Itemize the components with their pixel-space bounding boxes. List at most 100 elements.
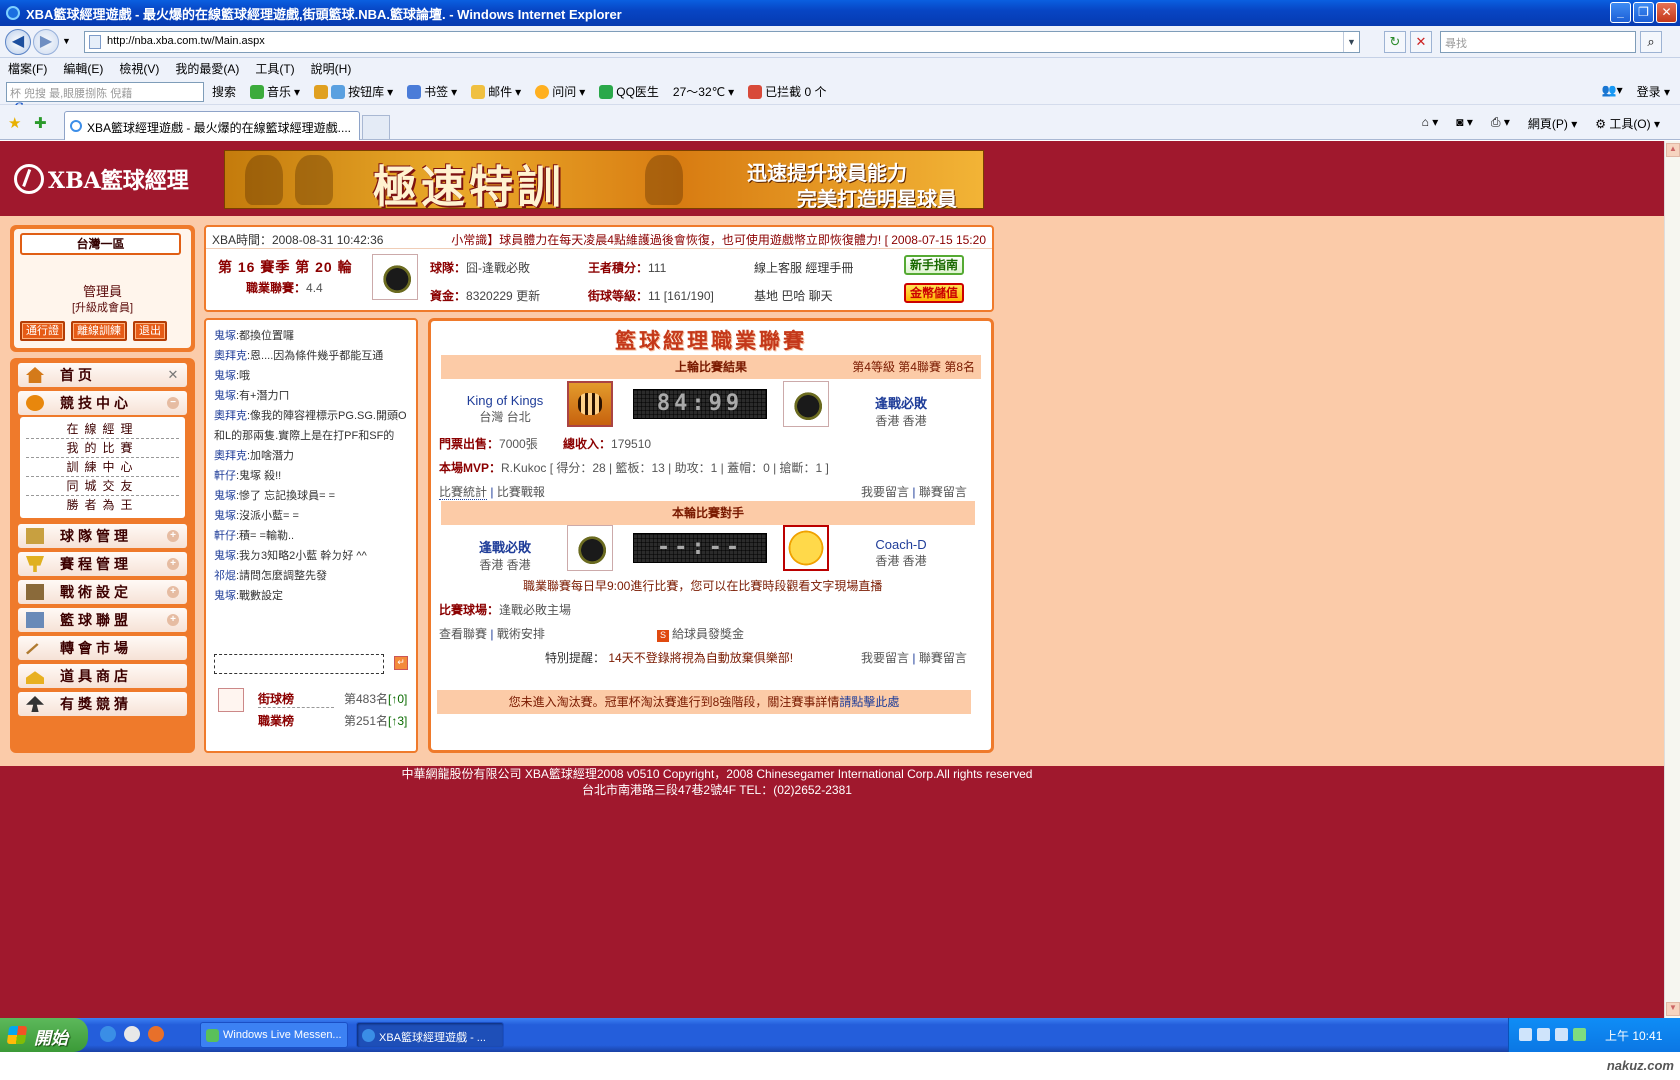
chat-user[interactable]: 奧拜克 xyxy=(214,410,247,422)
community-links[interactable]: 基地 巴哈 聊天 xyxy=(754,287,833,304)
close-button[interactable]: ✕ xyxy=(1656,2,1677,23)
chat-input[interactable] xyxy=(214,654,384,674)
menu-tools[interactable]: 工具(T) xyxy=(255,60,294,77)
task-messenger[interactable]: Windows Live Messen... xyxy=(200,1022,348,1048)
menu-view[interactable]: 檢視(V) xyxy=(119,60,159,77)
scroll-up-icon[interactable]: ▲ xyxy=(1666,143,1680,157)
help-tray-icon[interactable] xyxy=(1537,1028,1550,1041)
leave-message-link[interactable]: 我要留言 xyxy=(861,485,909,499)
expand-icon[interactable]: + xyxy=(167,614,179,626)
chat-user[interactable]: 奧拜克 xyxy=(214,450,247,462)
network-tray-icon[interactable] xyxy=(1555,1028,1568,1041)
expand-icon[interactable]: + xyxy=(167,586,179,598)
scroll-down-icon[interactable]: ▼ xyxy=(1666,1002,1680,1016)
maximize-button[interactable]: ❐ xyxy=(1633,2,1654,23)
pro-rank-label[interactable]: 職業榜 xyxy=(258,712,294,729)
home-team-avatar[interactable] xyxy=(567,381,613,427)
nav-competition[interactable]: 競技中心 − xyxy=(18,391,187,415)
search-input[interactable]: 尋找 xyxy=(1440,31,1636,53)
upgrade-link[interactable]: [升級成會員] xyxy=(14,299,191,315)
view-league-link[interactable]: 查看聯賽 xyxy=(439,627,487,641)
soso-search-button[interactable]: 搜索 xyxy=(212,83,236,100)
menu-file[interactable]: 檔案(F) xyxy=(8,60,47,77)
forward-button[interactable]: ▶ xyxy=(33,29,59,55)
tools-menu[interactable]: ⚙ 工具(O) ▾ xyxy=(1595,115,1660,132)
stop-button[interactable]: ✕ xyxy=(1410,31,1432,53)
soso-login[interactable]: 登录 ▾ xyxy=(1637,83,1670,100)
chat-user[interactable]: 祁焜 xyxy=(214,570,236,582)
expand-icon[interactable]: + xyxy=(167,530,179,542)
chat-user[interactable]: 鬼塚 xyxy=(214,370,236,382)
next-away-avatar[interactable] xyxy=(783,525,829,571)
leave-message-link[interactable]: 我要留言 xyxy=(861,651,909,665)
menu-help[interactable]: 說明(H) xyxy=(311,60,352,77)
sub-local-friends[interactable]: 同城交友 xyxy=(26,477,179,496)
soso-buttons[interactable]: 按钮库 ▾ xyxy=(314,83,393,100)
notice-link[interactable]: 請點擊此處 xyxy=(839,695,899,709)
nav-schedule[interactable]: 賽程管理 + xyxy=(18,552,187,576)
tab-xba[interactable]: XBA籃球經理遊戲 - 最火爆的在線籃球經理遊戲.... xyxy=(64,111,360,140)
league-message-link[interactable]: 聯賽留言 xyxy=(919,485,967,499)
chat-user[interactable]: 軒仔 xyxy=(214,530,236,542)
firefox-quicklaunch-icon[interactable] xyxy=(148,1026,164,1042)
users-icon[interactable]: 👥▾ xyxy=(1602,83,1623,100)
chat-user[interactable]: 鬼塚 xyxy=(214,550,236,562)
nav-league[interactable]: 籃球聯盟 + xyxy=(18,608,187,632)
media-quicklaunch-icon[interactable] xyxy=(124,1026,140,1042)
newbie-guide-button[interactable]: 新手指南 xyxy=(904,255,964,275)
minimize-button[interactable]: _ xyxy=(1610,2,1631,23)
start-button[interactable]: 開始 xyxy=(0,1018,88,1052)
ie-quicklaunch-icon[interactable] xyxy=(100,1026,116,1042)
chat-user[interactable]: 鬼塚 xyxy=(214,510,236,522)
promo-banner[interactable]: 極速特訓 迅速提升球員能力 完美打造明星球員 xyxy=(224,150,984,209)
nav-quiz[interactable]: 有獎競猜 xyxy=(18,692,187,716)
next-home-name[interactable]: 逢戰必敗 xyxy=(435,537,575,556)
print-icon[interactable]: ⎙ ▾ xyxy=(1491,115,1510,132)
nav-transfer[interactable]: 轉會市場 xyxy=(18,636,187,660)
address-input[interactable]: http://nba.xba.com.tw/Main.aspx ▼ xyxy=(84,31,1360,53)
chat-user[interactable]: 奧拜克 xyxy=(214,350,247,362)
service-links[interactable]: 線上客服 經理手冊 xyxy=(754,259,853,276)
nav-shop[interactable]: 道具商店 xyxy=(18,664,187,688)
refresh-funds-link[interactable]: 更新 xyxy=(516,289,540,303)
tactics-link[interactable]: 戰術安排 xyxy=(497,627,545,641)
league-message-link[interactable]: 聯賽留言 xyxy=(919,651,967,665)
back-button[interactable]: ◀ xyxy=(5,29,31,55)
away-team-name[interactable]: 逢戰必敗 xyxy=(831,393,971,412)
messenger-tray-icon[interactable] xyxy=(1573,1028,1586,1041)
history-dropdown-icon[interactable]: ▼ xyxy=(62,36,71,46)
task-ie-xba[interactable]: XBA籃球經理遊戲 - ... xyxy=(356,1022,504,1048)
soso-popup-blocker[interactable]: 已拦截 0 个 xyxy=(748,83,826,100)
keyboard-tray-icon[interactable] xyxy=(1519,1028,1532,1041)
refresh-button[interactable]: ↻ xyxy=(1384,31,1406,53)
feeds-icon[interactable]: ◙ ▾ xyxy=(1456,115,1473,132)
soso-bookmarks[interactable]: 书签 ▾ xyxy=(407,83,457,100)
home-icon[interactable]: ⌂ ▾ xyxy=(1422,115,1439,132)
bonus-link[interactable]: S 給球員發獎金 xyxy=(657,625,744,642)
menu-favorites[interactable]: 我的最愛(A) xyxy=(175,60,239,77)
offline-training-button[interactable]: 離線訓練 xyxy=(71,321,127,341)
expand-icon[interactable]: + xyxy=(167,558,179,570)
match-stats-link[interactable]: 比賽統計 xyxy=(439,485,488,500)
new-tab-button[interactable] xyxy=(362,115,390,139)
home-team-name[interactable]: King of Kings xyxy=(435,393,575,408)
chat-user[interactable]: 鬼塚 xyxy=(214,490,236,502)
chat-user[interactable]: 鬼塚 xyxy=(214,390,236,402)
sub-winner[interactable]: 勝者為王 xyxy=(26,496,179,515)
away-team-avatar[interactable] xyxy=(783,381,829,427)
nav-team-management[interactable]: 球隊管理 + xyxy=(18,524,187,548)
street-rank-label[interactable]: 街球榜 xyxy=(258,690,334,708)
team-avatar[interactable] xyxy=(372,254,418,300)
clock[interactable]: 上午 10:41 xyxy=(1605,1029,1662,1043)
next-away-name[interactable]: Coach-D xyxy=(831,537,971,552)
search-icon[interactable]: ⌕ xyxy=(1640,31,1662,53)
chat-user[interactable]: 鬼塚 xyxy=(214,330,236,342)
page-menu[interactable]: 網頁(P) ▾ xyxy=(1528,115,1577,132)
logout-button[interactable]: 退出 xyxy=(133,321,167,341)
nav-tactics[interactable]: 戰術設定 + xyxy=(18,580,187,604)
pass-button[interactable]: 通行證 xyxy=(20,321,65,341)
site-logo[interactable]: XBA籃球經理 xyxy=(14,163,189,195)
match-report-link[interactable]: 比賽戰報 xyxy=(497,485,545,499)
chat-send-icon[interactable]: ↵ xyxy=(394,656,408,670)
next-home-avatar[interactable] xyxy=(567,525,613,571)
